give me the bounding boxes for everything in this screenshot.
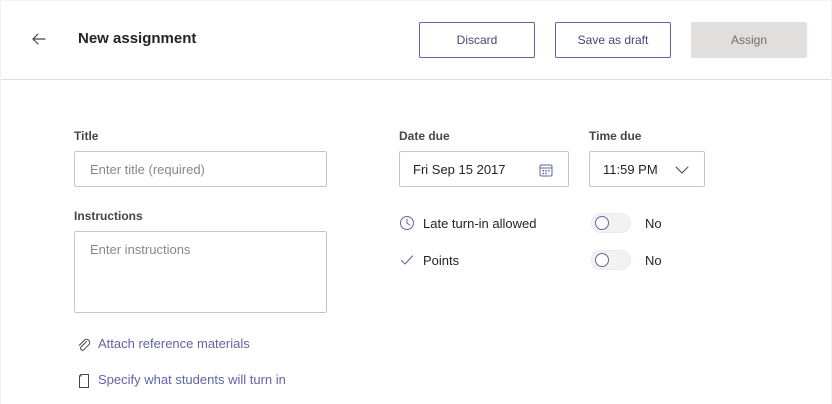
attach-reference-label: Attach reference materials	[98, 336, 250, 351]
time-due-value: 11:59 PM	[603, 162, 658, 177]
save-as-draft-button[interactable]: Save as draft	[555, 22, 671, 58]
chevron-down-icon	[675, 166, 689, 174]
document-icon	[79, 374, 89, 388]
time-due-label: Time due	[589, 129, 642, 143]
points-label: Points	[423, 253, 460, 268]
clock-icon	[400, 216, 414, 230]
instructions-input[interactable]	[74, 231, 327, 313]
late-turnin-label: Late turn-in allowed	[423, 216, 537, 231]
header-bar: New assignment Discard Save as draft Ass…	[1, 1, 831, 80]
points-state: No	[645, 253, 662, 268]
title-label: Title	[74, 129, 99, 143]
assign-button[interactable]: Assign	[691, 22, 807, 58]
toggle-knob	[595, 216, 609, 230]
date-due-picker[interactable]: Fri Sep 15 2017	[399, 151, 569, 187]
paperclip-icon	[78, 338, 91, 351]
date-due-label: Date due	[399, 129, 450, 143]
specify-turnin-label: Specify what students will turn in	[98, 372, 286, 387]
assignment-window: New assignment Discard Save as draft Ass…	[1, 1, 831, 404]
back-arrow-icon	[32, 33, 46, 45]
date-due-value: Fri Sep 15 2017	[413, 162, 506, 177]
specify-turnin-link[interactable]: Specify what students will turn in	[74, 371, 314, 391]
points-toggle[interactable]	[591, 250, 631, 270]
late-turnin-state: No	[645, 216, 662, 231]
checkmark-icon	[400, 255, 414, 265]
page-title: New assignment	[78, 30, 197, 47]
toggle-knob	[595, 253, 609, 267]
title-input[interactable]	[74, 151, 327, 187]
late-turnin-toggle[interactable]	[591, 213, 631, 233]
discard-button[interactable]: Discard	[419, 22, 535, 58]
calendar-icon	[539, 164, 553, 177]
attach-reference-link[interactable]: Attach reference materials	[74, 335, 274, 355]
time-due-dropdown[interactable]: 11:59 PM	[589, 151, 705, 187]
instructions-label: Instructions	[74, 209, 143, 223]
back-button[interactable]	[29, 29, 49, 49]
